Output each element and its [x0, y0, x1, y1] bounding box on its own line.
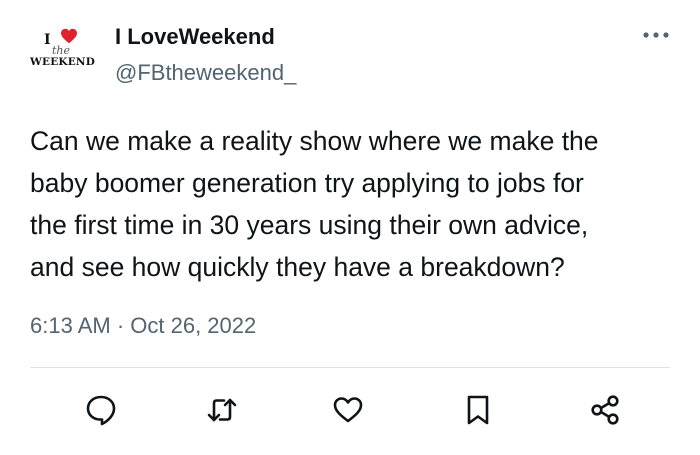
more-dots-icon [643, 32, 669, 38]
timestamp[interactable]: 6:13 AM · Oct 26, 2022 [30, 313, 256, 339]
tweet-text: Can we make a reality show where we make… [30, 120, 670, 288]
user-handle[interactable]: @FBtheweekend_ [115, 60, 296, 86]
avatar[interactable]: I the WEEKEND [30, 22, 96, 74]
retweet-icon [207, 398, 237, 422]
logo-weekend: WEEKEND [30, 56, 96, 68]
tweet-text-line: Can we make a reality show where we make… [30, 126, 599, 156]
tweet-text-line: and see how quickly they have a breakdow… [30, 252, 565, 282]
retweet-button[interactable] [205, 393, 239, 427]
display-name[interactable]: I LoveWeekend [115, 24, 275, 50]
reply-button[interactable] [84, 393, 118, 427]
bookmark-button[interactable] [461, 393, 495, 427]
heart-logo-icon [61, 28, 77, 44]
share-icon [591, 395, 619, 425]
heart-icon [333, 397, 363, 423]
tweet-text-line: the first time in 30 years using their o… [30, 210, 589, 240]
share-button[interactable] [588, 393, 622, 427]
like-button[interactable] [331, 393, 365, 427]
tweet-text-line: baby boomer generation try applying to j… [30, 168, 584, 198]
divider [30, 367, 670, 368]
speech-bubble-icon [86, 395, 116, 426]
logo-letter-i: I [44, 32, 51, 48]
bookmark-icon [467, 395, 489, 425]
more-options-button[interactable] [641, 25, 671, 45]
tweet-card: I the WEEKEND I LoveWeekend @FBtheweeken… [0, 0, 700, 455]
